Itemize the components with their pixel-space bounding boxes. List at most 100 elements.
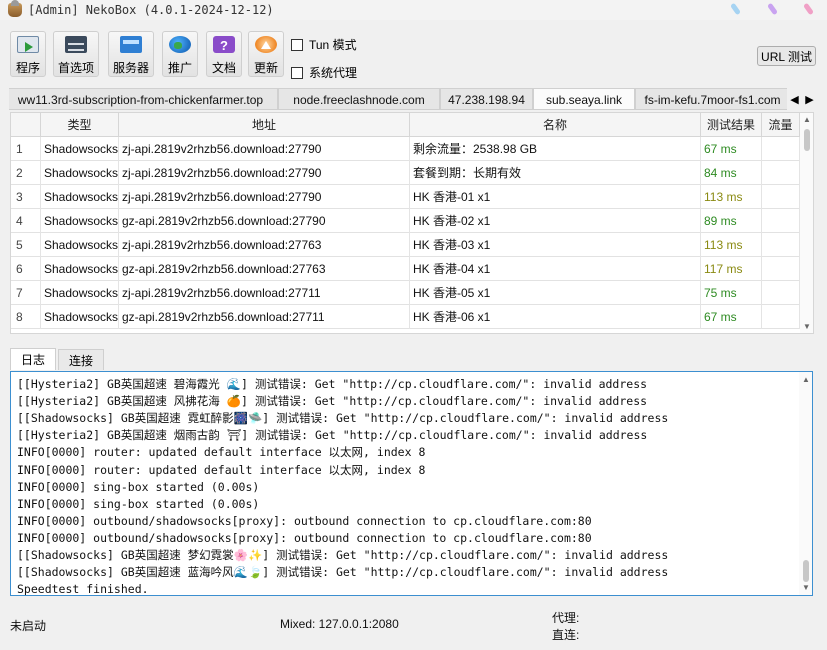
row-address: zj-api.2819v2rhzb56.download:27763 (119, 233, 410, 257)
row-type: Shadowsocks (41, 281, 119, 305)
row-index: 7 (11, 281, 41, 305)
row-test-result: 117 ms (701, 257, 762, 281)
header-traffic[interactable]: 流量 (762, 113, 800, 137)
table-row[interactable]: 1 Shadowsocks zj-api.2819v2rhzb56.download… (11, 137, 801, 161)
header-index (11, 113, 41, 137)
tab-scroll-right-icon[interactable]: ▶ (803, 89, 816, 109)
server-menu-button[interactable]: 服务器 (108, 31, 154, 77)
row-traffic (762, 137, 800, 161)
row-traffic (762, 233, 800, 257)
log-line: INFO[0000] sing-box started (0.00s) (17, 479, 260, 494)
tab-7moor[interactable]: fs-im-kefu.7moor-fs1.com (635, 88, 787, 109)
row-address: gz-api.2819v2rhzb56.download:27763 (119, 257, 410, 281)
row-traffic (762, 257, 800, 281)
table-row[interactable]: 7 Shadowsocks zj-api.2819v2rhzb56.download… (11, 281, 801, 305)
header-type[interactable]: 类型 (41, 113, 119, 137)
table-scroll-thumb[interactable] (804, 129, 810, 151)
tun-mode-label: Tun 模式 (309, 38, 357, 52)
header-test-result[interactable]: 测试结果 (701, 113, 762, 137)
row-type: Shadowsocks (41, 137, 119, 161)
tun-mode-checkbox-box[interactable] (291, 38, 303, 51)
tab-freeclashnode[interactable]: node.freeclashnode.com (278, 88, 440, 109)
mixed-port-status: Mixed: 127.0.0.1:2080 (280, 617, 399, 631)
url-test-button[interactable]: URL 测试 (757, 46, 816, 66)
update-label: 更新 (253, 61, 278, 75)
server-table: 类型 地址 名称 测试结果 流量 1 Shadowsocks zj-api.2819… (10, 112, 814, 334)
row-name: HK 香港-04 x1 (410, 257, 701, 281)
preferences-menu-button[interactable]: 首选项 (53, 31, 99, 77)
table-row-partial[interactable] (11, 329, 801, 333)
row-index: 8 (11, 305, 41, 329)
preferences-label: 首选项 (57, 61, 94, 75)
close-icon[interactable] (803, 2, 814, 16)
row-traffic (762, 209, 800, 233)
log-line: INFO[0000] sing-box started (0.00s) (17, 496, 260, 511)
log-line: [[Hysteria2] GB英国超速 碧海霞光 🌊] 测试错误: Get "h… (17, 377, 648, 391)
log-line: INFO[0000] router: updated default inter… (17, 462, 426, 477)
table-row[interactable]: 3 Shadowsocks zj-api.2819v2rhzb56.download… (11, 185, 801, 209)
row-test-result: 67 ms (701, 305, 762, 329)
row-address: zj-api.2819v2rhzb56.download:27790 (119, 137, 410, 161)
row-name: HK 香港-05 x1 (410, 281, 701, 305)
log-scroll-down-icon[interactable]: ▼ (802, 584, 810, 592)
log-scroll-thumb[interactable] (803, 560, 809, 582)
scroll-up-icon[interactable]: ▲ (803, 116, 811, 124)
program-menu-button[interactable]: 程序 (10, 31, 46, 77)
core-status: 未启动 (10, 619, 47, 633)
tab-ip-address[interactable]: 47.238.198.94 (440, 88, 533, 109)
tab-chickenfarmer[interactable]: ww11.3rd-subscription-from-chickenfarmer… (9, 88, 278, 109)
maximize-icon[interactable] (767, 2, 778, 16)
tab-scroll-left-icon[interactable]: ◀ (788, 89, 801, 109)
update-icon (255, 36, 277, 53)
system-proxy-checkbox-box[interactable] (291, 66, 303, 79)
row-address: gz-api.2819v2rhzb56.download:27790 (119, 209, 410, 233)
row-address: zj-api.2819v2rhzb56.download:27790 (119, 185, 410, 209)
tab-log[interactable]: 日志 (10, 348, 56, 370)
direct-status-label: 直连: (552, 628, 580, 642)
preferences-icon (65, 36, 87, 53)
minimize-icon[interactable] (730, 2, 741, 16)
row-name: HK 香港-06 x1 (410, 305, 701, 329)
promotion-button[interactable]: 推广 (162, 31, 198, 77)
row-name: HK 香港-01 x1 (410, 185, 701, 209)
row-address: zj-api.2819v2rhzb56.download:27790 (119, 161, 410, 185)
log-output[interactable]: [[Hysteria2] GB英国超速 碧海霞光 🌊] 测试错误: Get "h… (10, 371, 813, 596)
header-address[interactable]: 地址 (119, 113, 410, 137)
tab-seaya[interactable]: sub.seaya.link (533, 88, 635, 109)
log-line: INFO[0000] outbound/shadowsocks[proxy]: … (17, 513, 592, 528)
row-type: Shadowsocks (41, 305, 119, 329)
row-test-result: 75 ms (701, 281, 762, 305)
row-test-result: 113 ms (701, 233, 762, 257)
table-row[interactable]: 8 Shadowsocks gz-api.2819v2rhzb56.download… (11, 305, 801, 329)
row-traffic (762, 185, 800, 209)
row-name: 剩余流量：2538.98 GB (410, 137, 701, 161)
table-row[interactable]: 2 Shadowsocks zj-api.2819v2rhzb56.download… (11, 161, 801, 185)
docs-label: 文档 (211, 61, 236, 75)
log-line: [[Shadowsocks] GB英国超速 蓝海吟风🌊🍃] 测试错误: Get … (17, 565, 669, 580)
group-tab-strip: ww11.3rd-subscription-from-chickenfarmer… (9, 88, 787, 110)
log-scroll-up-icon[interactable]: ▲ (802, 376, 810, 384)
row-test-result: 67 ms (701, 137, 762, 161)
row-index: 4 (11, 209, 41, 233)
tab-connections[interactable]: 连接 (58, 349, 104, 370)
log-line: Speedtest finished. (17, 582, 149, 596)
row-index: 3 (11, 185, 41, 209)
program-label: 程序 (15, 61, 40, 75)
system-proxy-checkbox[interactable]: 系统代理 (291, 64, 357, 81)
log-scrollbar[interactable]: ▲ ▼ (799, 372, 812, 595)
table-scrollbar[interactable]: ▲ ▼ (800, 113, 813, 333)
row-type: Shadowsocks (41, 161, 119, 185)
row-test-result: 113 ms (701, 185, 762, 209)
globe-icon (169, 36, 191, 53)
header-name[interactable]: 名称 (410, 113, 701, 137)
scroll-down-icon[interactable]: ▼ (803, 323, 811, 331)
table-row[interactable]: 5 Shadowsocks zj-api.2819v2rhzb56.download… (11, 233, 801, 257)
row-type: Shadowsocks (41, 209, 119, 233)
tun-mode-checkbox[interactable]: Tun 模式 (291, 36, 357, 53)
server-icon (120, 36, 142, 53)
table-row[interactable]: 6 Shadowsocks gz-api.2819v2rhzb56.download… (11, 257, 801, 281)
table-row[interactable]: 4 Shadowsocks gz-api.2819v2rhzb56.download… (11, 209, 801, 233)
update-button[interactable]: 更新 (248, 31, 284, 77)
docs-button[interactable]: 文档 (206, 31, 242, 77)
log-line: [[Hysteria2] GB英国超速 风拂花海 🍊] 测试错误: Get "h… (17, 394, 648, 409)
